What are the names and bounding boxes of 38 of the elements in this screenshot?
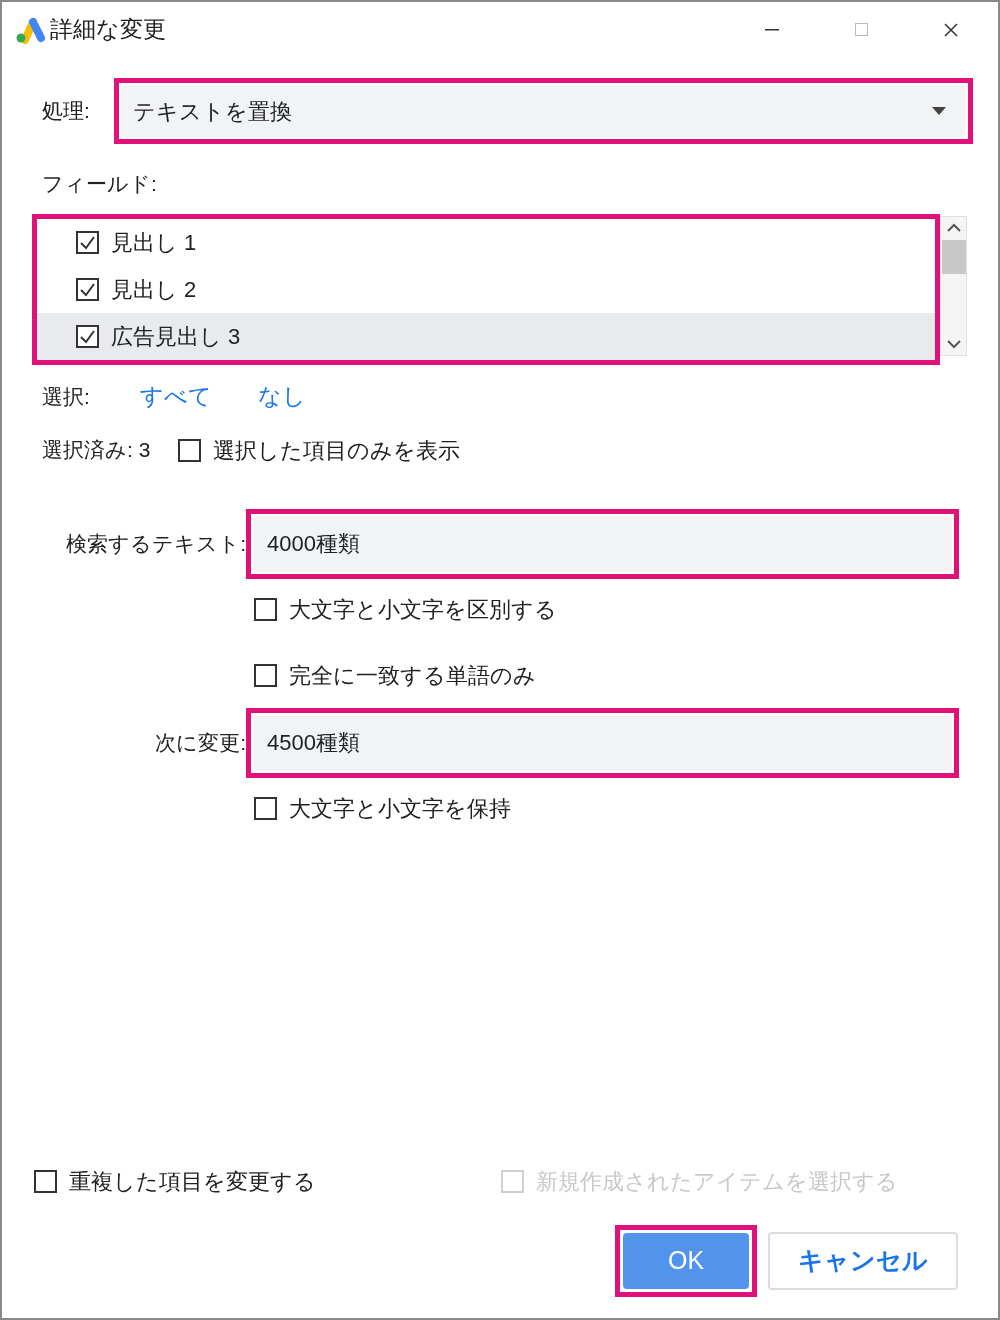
checkbox[interactable] xyxy=(76,231,99,254)
dropdown-value: テキストを置換 xyxy=(133,97,293,126)
field-label: 処理: xyxy=(42,98,91,125)
scroll-up-icon[interactable] xyxy=(946,223,961,232)
checkbox[interactable] xyxy=(254,796,277,820)
app-logo-icon xyxy=(14,15,46,44)
checkbox[interactable] xyxy=(254,597,277,621)
checkbox-label: 大文字と小文字を保持 xyxy=(289,794,511,823)
scrollbar-thumb[interactable] xyxy=(941,240,966,274)
checkbox[interactable] xyxy=(76,278,99,301)
dropdown-arrow-icon xyxy=(932,107,946,115)
checkbox[interactable] xyxy=(76,325,99,348)
action-dropdown[interactable]: テキストを置換 xyxy=(121,85,966,137)
list-item[interactable]: 広告見出し 3 xyxy=(37,313,935,360)
input-value: 4500種類 xyxy=(267,729,360,757)
scrollbar[interactable] xyxy=(940,216,967,356)
checkbox-label: 選択した項目のみを表示 xyxy=(213,436,461,465)
section-label: フィールド: xyxy=(42,171,158,197)
close-icon[interactable] xyxy=(944,22,958,37)
link[interactable]: なし xyxy=(258,379,306,414)
window-title: 詳細な変更 xyxy=(50,15,166,45)
input-value: 4000種類 xyxy=(267,530,360,558)
minimize-icon[interactable] xyxy=(765,28,779,31)
checkbox-label: 重複した項目を変更する xyxy=(69,1168,316,1196)
field-label: 次に変更: xyxy=(154,729,246,756)
checkbox-label: 完全に一致する単語のみ xyxy=(289,661,536,690)
input-field[interactable]: 4500種類 xyxy=(253,714,952,771)
checkbox[interactable] xyxy=(178,438,202,462)
cancel-button[interactable]: キャンセル xyxy=(768,1232,958,1290)
selected-count: 選択済み: 3 xyxy=(42,437,151,464)
scroll-down-icon[interactable] xyxy=(946,340,961,349)
checkbox-label: 大文字と小文字を区別する xyxy=(289,595,557,624)
checkbox[interactable] xyxy=(254,663,277,687)
checkbox[interactable] xyxy=(34,1170,57,1193)
input-field[interactable]: 4000種類 xyxy=(253,515,952,572)
link[interactable]: すべて xyxy=(140,379,212,414)
field-label: 検索するテキスト: xyxy=(65,530,246,557)
field-label: 選択: xyxy=(42,383,91,410)
